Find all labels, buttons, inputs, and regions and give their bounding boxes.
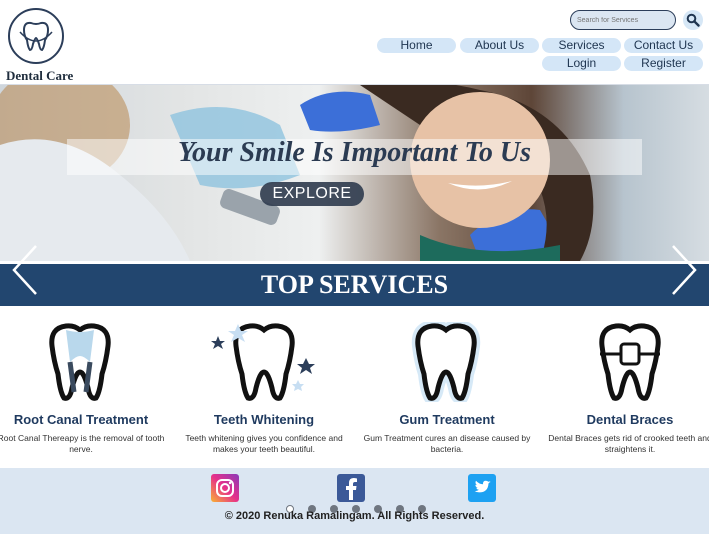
top-services-heading: TOP SERVICES — [260, 270, 449, 299]
service-title-root-canal[interactable]: Root Canal Treatment — [0, 412, 166, 427]
service-desc-root-canal: Root Canal Thereapy is the removal of to… — [0, 433, 165, 454]
search-icon — [686, 13, 700, 27]
slider-next-arrow-icon[interactable] — [669, 242, 699, 298]
search-input[interactable] — [570, 10, 676, 30]
instagram-icon[interactable] — [211, 474, 239, 502]
sparkling-tooth-icon — [211, 323, 315, 401]
search-button[interactable] — [683, 10, 703, 30]
hero-title: Your Smile Is Important To Us — [178, 137, 531, 168]
explore-button[interactable]: EXPLORE — [260, 182, 364, 206]
brand-name: Dental Care — [6, 68, 74, 83]
facebook-icon[interactable] — [337, 474, 365, 502]
braces-tooth-icon — [599, 323, 661, 401]
nav-services[interactable]: Services — [542, 38, 621, 53]
nav-home[interactable]: Home — [377, 38, 456, 53]
root-canal-tooth-icon — [49, 323, 111, 401]
service-desc-teeth-whitening: Teeth whitening gives you confidence and… — [185, 433, 343, 454]
healthy-tooth-icon — [411, 322, 481, 402]
service-desc-gum-treatment: Gum Treatment cures an disease caused by… — [363, 433, 531, 454]
hero-slider: Your Smile Is Important To Us EXPLORE — [0, 85, 709, 261]
service-title-dental-braces[interactable]: Dental Braces — [545, 412, 709, 427]
copyright-text: © 2020 Renuka Ramalingam. All Rights Res… — [224, 510, 485, 522]
twitter-icon[interactable] — [468, 474, 496, 502]
logo-tooth-icon[interactable] — [8, 8, 64, 64]
site-header: Dental Care Home About Us Services Conta… — [0, 0, 709, 85]
nav-register[interactable]: Register — [624, 56, 703, 71]
service-title-gum-treatment[interactable]: Gum Treatment — [362, 412, 532, 427]
service-title-teeth-whitening[interactable]: Teeth Whitening — [179, 412, 349, 427]
nav-about-us[interactable]: About Us — [460, 38, 539, 53]
nav-contact-us[interactable]: Contact Us — [624, 38, 703, 53]
slider-prev-arrow-icon[interactable] — [10, 242, 40, 298]
service-desc-dental-braces: Dental Braces gets rid of crooked teeth … — [548, 433, 709, 454]
nav-login[interactable]: Login — [542, 56, 621, 71]
